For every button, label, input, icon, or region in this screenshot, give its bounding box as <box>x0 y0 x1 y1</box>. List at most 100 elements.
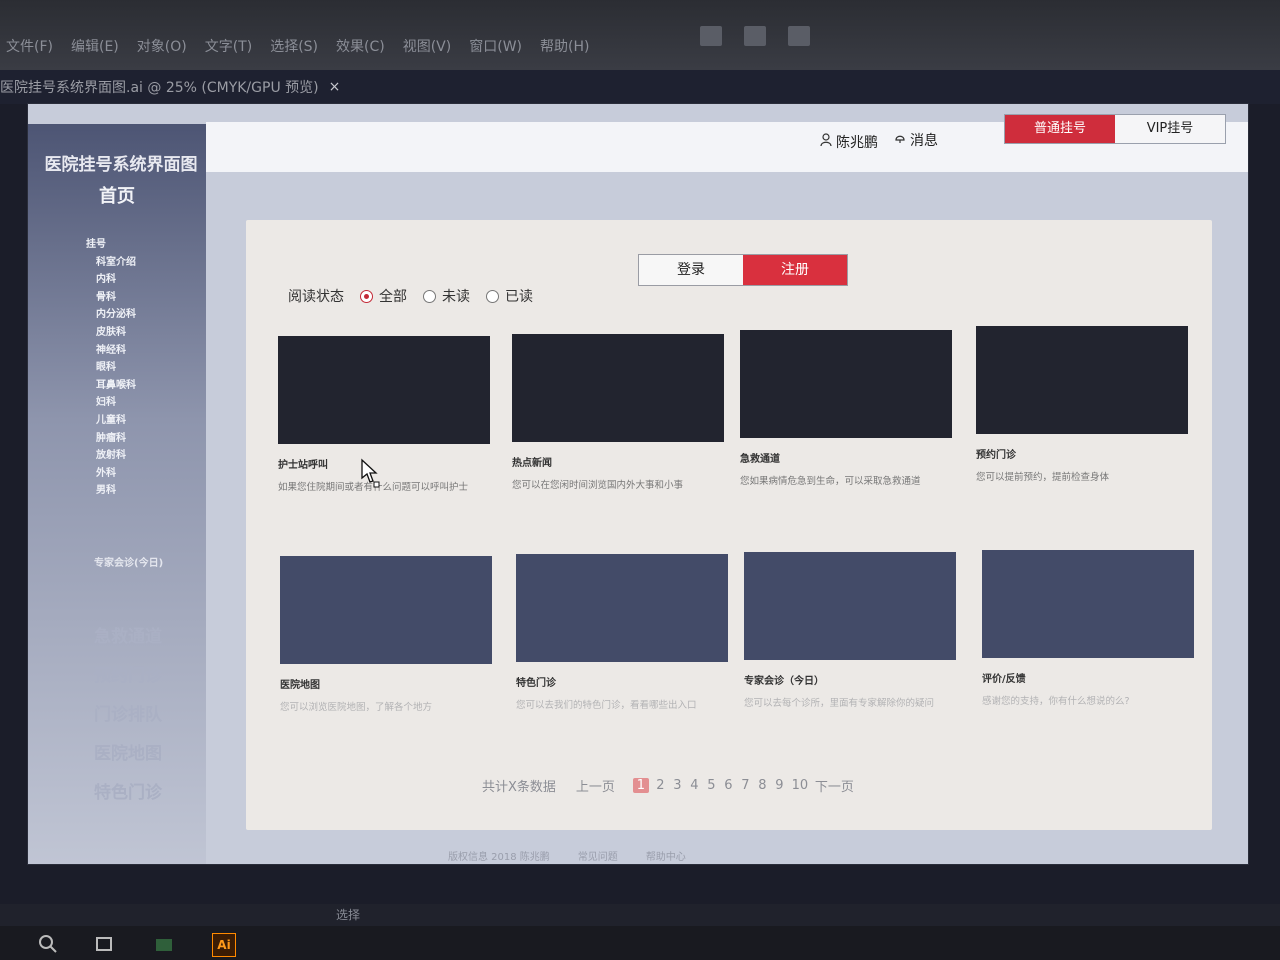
filter-option-label: 未读 <box>442 289 470 305</box>
filter-option-label: 已读 <box>505 289 533 305</box>
normal-register-button[interactable]: 普通挂号 <box>1005 115 1115 143</box>
app-title: 医院挂号系统界面图 <box>44 155 198 175</box>
menu-view[interactable]: 视图(V) <box>403 36 452 56</box>
document-tab-label: 医院挂号系统界面图.ai @ 25% (CMYK/GPU 预览) <box>0 80 319 96</box>
sidebar-item-gynecology[interactable]: 妇科 <box>96 394 136 412</box>
card-hospital-map[interactable]: 医院地图 您可以浏览医院地图，了解各个地方 <box>280 556 492 713</box>
card-thumbnail <box>278 336 490 444</box>
card-title: 护士站呼叫 <box>278 460 328 471</box>
illustrator-app-icon[interactable]: Ai <box>212 933 236 957</box>
menu-edit[interactable]: 编辑(E) <box>71 36 119 56</box>
stock-icon[interactable] <box>700 26 722 46</box>
card-thumbnail <box>982 550 1194 658</box>
filter-option-unread[interactable]: 未读 <box>423 286 470 306</box>
sidebar-item-expert[interactable]: 专家会诊(今日) <box>94 554 163 569</box>
page-10[interactable]: 10 <box>791 778 809 793</box>
card-nurse-call[interactable]: 护士站呼叫 如果您住院期间或者有什么问题可以呼叫护士 <box>278 336 490 493</box>
quick-link-emergency[interactable]: 急救通道 <box>94 618 162 657</box>
card-thumbnail <box>512 334 724 442</box>
menu-object[interactable]: 对象(O) <box>137 36 187 56</box>
task-view-icon[interactable] <box>94 934 114 954</box>
filter-option-read[interactable]: 已读 <box>486 286 533 306</box>
top-header: 陈兆鹏 消息 普通挂号 VIP挂号 <box>206 114 1248 172</box>
sidebar-item-orthopedics[interactable]: 骨科 <box>96 289 136 307</box>
messages-link[interactable]: 消息 <box>894 130 938 150</box>
page-7[interactable]: 7 <box>740 778 751 793</box>
footer-faq-link[interactable]: 常见问题 <box>578 848 618 863</box>
card-thumbnail <box>280 556 492 664</box>
card-expert-today[interactable]: 专家会诊（今日） 您可以去每个诊所，里面有专家解除你的疑问 <box>744 552 956 709</box>
sidebar-item-endocrine[interactable]: 内分泌科 <box>96 306 136 324</box>
menu-window[interactable]: 窗口(W) <box>469 36 522 56</box>
register-button[interactable]: 注册 <box>743 255 847 285</box>
bell-icon <box>894 132 906 148</box>
page-6[interactable]: 6 <box>723 778 734 793</box>
page-5[interactable]: 5 <box>706 778 717 793</box>
sidebar-item-ent[interactable]: 耳鼻喉科 <box>96 377 136 395</box>
sidebar-item-internal[interactable]: 内科 <box>96 271 136 289</box>
document-tab[interactable]: 医院挂号系统界面图.ai @ 25% (CMYK/GPU 预览) × <box>0 72 340 102</box>
card-feedback[interactable]: 评价/反馈 感谢您的支持，你有什么想说的么? <box>982 550 1194 707</box>
card-thumbnail <box>516 554 728 662</box>
sidebar-item-neurology[interactable]: 神经科 <box>96 342 136 360</box>
user-menu[interactable]: 陈兆鹏 <box>820 132 878 152</box>
menu-select[interactable]: 选择(S) <box>270 36 318 56</box>
sidebar-item-dermatology[interactable]: 皮肤科 <box>96 324 136 342</box>
workspace-layout-icon[interactable] <box>744 26 766 46</box>
auth-toggle: 登录 注册 <box>638 254 848 286</box>
quick-link-special[interactable]: 特色门诊 <box>94 774 162 813</box>
quick-link-queue[interactable]: 门诊排队 <box>94 696 162 735</box>
footer-copyright: 版权信息 2018 陈兆鹏 <box>448 852 550 863</box>
close-icon[interactable]: × <box>329 79 341 95</box>
sidebar-item-surgery[interactable]: 外科 <box>96 465 136 483</box>
menu-file[interactable]: 文件(F) <box>6 36 53 56</box>
messages-label: 消息 <box>910 133 938 149</box>
sidebar-item-oncology[interactable]: 肿瘤科 <box>96 430 136 448</box>
menu-effect[interactable]: 效果(C) <box>336 36 385 56</box>
card-appointment[interactable]: 预约门诊 您可以提前预约，提前检查身体 <box>976 326 1188 483</box>
card-desc: 您可以去每个诊所，里面有专家解除你的疑问 <box>744 698 935 709</box>
quick-links: 急救通道 预约门诊 门诊排队 医院地图 特色门诊 <box>94 618 162 813</box>
card-title: 热点新闻 <box>512 458 552 469</box>
page-3[interactable]: 3 <box>672 778 683 793</box>
sidebar-item-andrology[interactable]: 男科 <box>96 482 136 500</box>
card-thumbnail <box>744 552 956 660</box>
vip-register-button[interactable]: VIP挂号 <box>1115 115 1225 143</box>
filter-option-all[interactable]: 全部 <box>360 286 407 306</box>
footer-help-link[interactable]: 帮助中心 <box>646 848 686 863</box>
page-1[interactable]: 1 <box>632 778 649 793</box>
card-hot-news[interactable]: 热点新闻 您可以在您闲时间浏览国内外大事和小事 <box>512 334 724 491</box>
page-4[interactable]: 4 <box>689 778 700 793</box>
quick-link-appointment[interactable]: 预约门诊 <box>94 657 162 696</box>
search-icon[interactable] <box>38 934 58 954</box>
user-name: 陈兆鹏 <box>836 135 878 151</box>
file-explorer-icon[interactable] <box>154 934 174 954</box>
page-8[interactable]: 8 <box>757 778 768 793</box>
sidebar-item-pediatrics[interactable]: 儿童科 <box>96 412 136 430</box>
home-link[interactable]: 首页 <box>28 182 206 208</box>
sidebar-item-radiology[interactable]: 放射科 <box>96 447 136 465</box>
page-9[interactable]: 9 <box>774 778 785 793</box>
card-thumbnail <box>976 326 1188 434</box>
brush-icon[interactable] <box>788 26 810 46</box>
prev-page-button[interactable]: 上一页 <box>576 776 615 795</box>
user-icon <box>820 133 832 151</box>
sidebar-item-register[interactable]: 挂号 <box>86 236 136 254</box>
content-panel: 登录 注册 阅读状态 全部 未读 已读 护士站呼叫 如果您住院期间或者有什么问题… <box>246 220 1212 830</box>
sidebar-item-dept-intro[interactable]: 科室介绍 <box>96 254 136 272</box>
card-special-clinic[interactable]: 特色门诊 您可以去我们的特色门诊，看看哪些出入口 <box>516 554 728 711</box>
mouse-cursor-icon <box>360 458 382 492</box>
page-2[interactable]: 2 <box>655 778 666 793</box>
quick-link-map[interactable]: 医院地图 <box>94 735 162 774</box>
menu-help[interactable]: 帮助(H) <box>540 36 589 56</box>
department-list: 挂号 科室介绍 内科 骨科 内分泌科 皮肤科 神经科 眼科 耳鼻喉科 妇科 儿童… <box>86 236 136 500</box>
status-bar: 选择 <box>0 904 1280 926</box>
login-button[interactable]: 登录 <box>639 255 743 285</box>
card-desc: 您如果病情危急到生命，可以采取急救通道 <box>740 476 921 487</box>
card-desc: 您可以去我们的特色门诊，看看哪些出入口 <box>516 700 697 711</box>
card-emergency[interactable]: 急救通道 您如果病情危急到生命，可以采取急救通道 <box>740 330 952 487</box>
next-page-button[interactable]: 下一页 <box>815 776 854 795</box>
sidebar-item-ophthalmology[interactable]: 眼科 <box>96 359 136 377</box>
card-desc: 感谢您的支持，你有什么想说的么? <box>982 696 1130 707</box>
menu-type[interactable]: 文字(T) <box>205 36 252 56</box>
